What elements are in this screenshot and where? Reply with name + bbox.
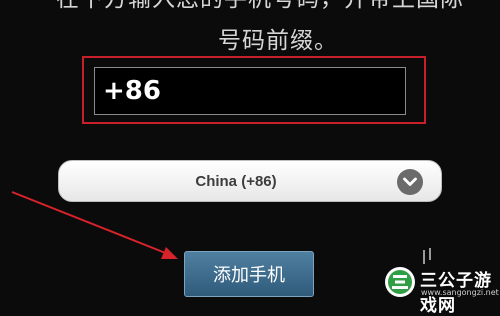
watermark: 三公子游戏网 www.sangongzi.net <box>384 262 500 316</box>
watermark-logo-icon <box>385 267 415 297</box>
watermark-url: www.sangongzi.net <box>421 288 499 297</box>
